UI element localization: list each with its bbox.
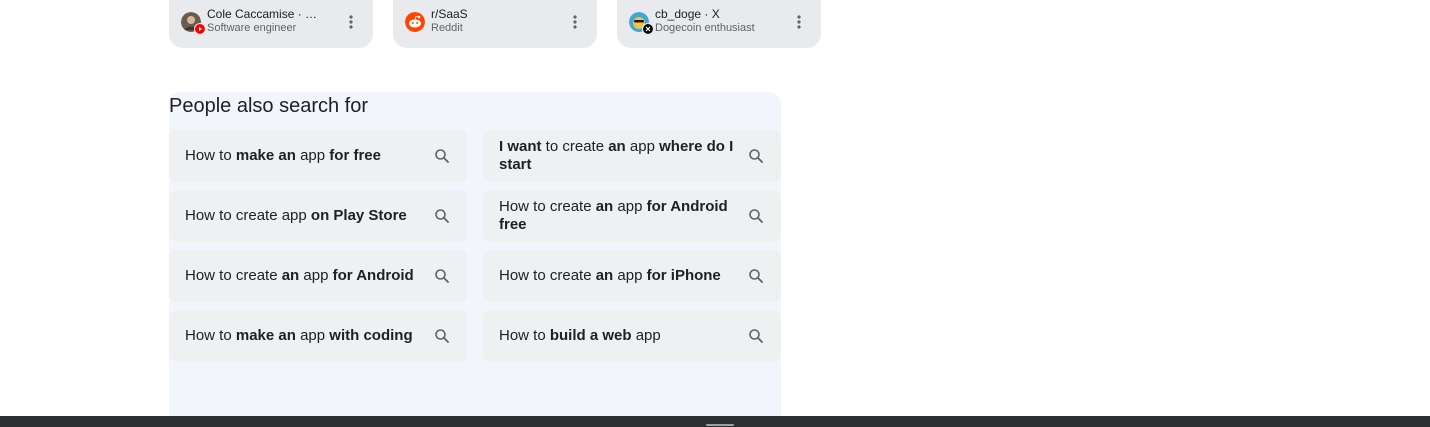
more-options-icon[interactable] [567,12,583,32]
search-icon [435,329,449,343]
related-search-chip[interactable]: How to make an app for free [169,130,467,182]
related-search-chip[interactable]: How to make an app with coding [169,310,467,362]
section-title: People also search for [169,95,369,117]
source-subtitle: Reddit [431,22,463,34]
source-subtitle: Software engineer [207,22,297,34]
related-search-text: How to make an app with coding [185,327,413,344]
search-icon [749,269,763,283]
search-icon [435,269,449,283]
source-subtitle: Dogecoin enthusiast [655,22,755,34]
reddit-icon [405,12,425,32]
source-title: cb_doge · X [655,7,720,21]
search-icon [749,329,763,343]
related-search-text: How to build a web app [499,327,661,344]
related-search-chip[interactable]: How to create app on Play Store [169,190,467,242]
related-search-text: I want to create an app where do I start [499,138,734,173]
source-card-cole-caccamise[interactable]: Cole Caccamise · … Software engineer [169,0,373,48]
related-search-text: How to create an app for iPhone [499,267,721,284]
people-also-search-panel: People also search for How to make an ap… [169,92,781,422]
related-search-text: How to create an app for Android [185,267,414,284]
related-search-text: How to create an app for Android free [499,198,728,233]
search-icon [435,209,449,223]
search-results-page: Cole Caccamise · … Software engineer r/S… [0,0,1430,427]
related-search-chip[interactable]: How to create an app for Android free [483,190,781,242]
related-search-chip[interactable]: How to build a web app [483,310,781,362]
search-icon [435,149,449,163]
source-title: Cole Caccamise · … [207,7,318,21]
related-search-chip[interactable]: How to create an app for iPhone [483,250,781,302]
more-options-icon[interactable] [343,12,359,32]
search-icon [749,209,763,223]
related-search-text: How to make an app for free [185,147,381,164]
related-search-chip[interactable]: I want to create an app where do I start [483,130,781,182]
source-card-cb-doge[interactable]: cb_doge · X Dogecoin enthusiast [617,0,821,48]
related-search-text: How to create app on Play Store [185,207,407,224]
more-options-icon[interactable] [791,12,807,32]
bottom-sheet-bar [0,416,1430,427]
drag-handle[interactable] [706,424,734,426]
source-card-reddit[interactable]: r/SaaS Reddit [393,0,597,48]
x-icon [642,23,654,35]
source-title: r/SaaS [431,7,468,21]
youtube-icon [194,23,206,35]
related-search-chip[interactable]: How to create an app for Android [169,250,467,302]
search-icon [749,149,763,163]
